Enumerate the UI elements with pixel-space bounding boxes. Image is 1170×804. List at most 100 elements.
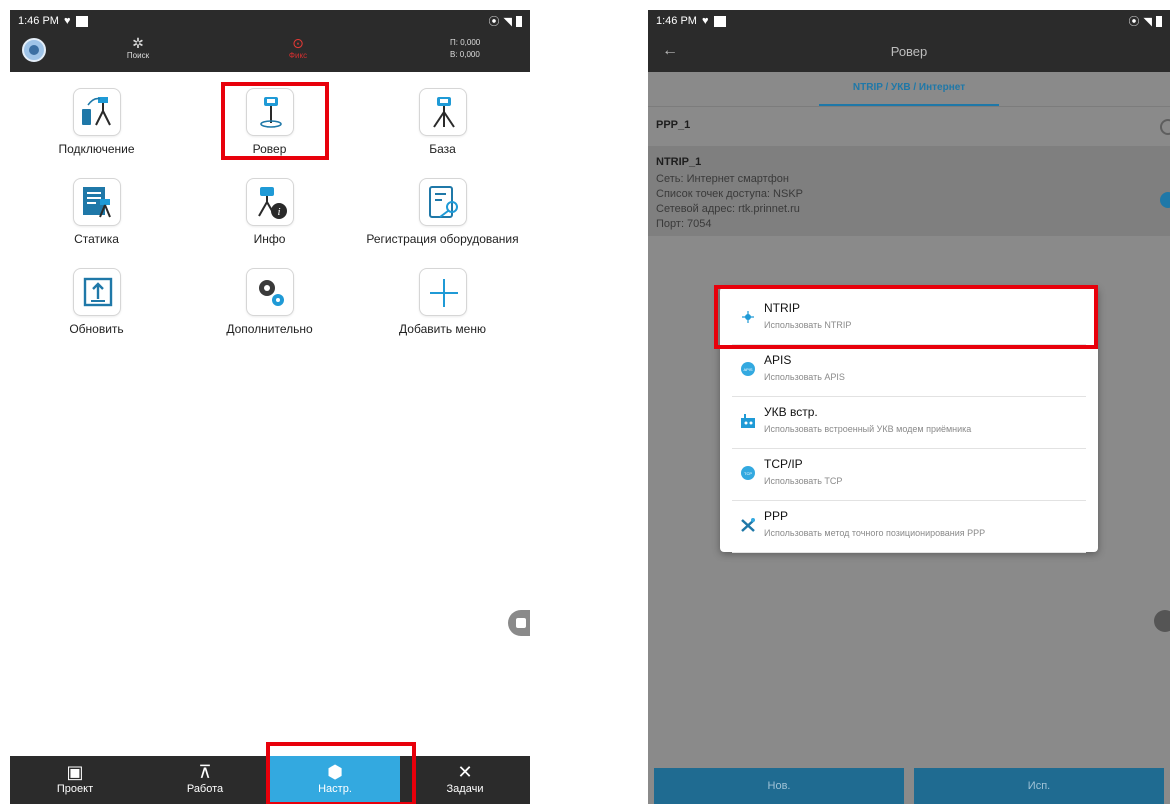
apis-icon: APIS	[741, 362, 755, 376]
highlight-rover	[221, 82, 329, 160]
option-subtitle: Использовать TCP	[764, 476, 843, 486]
wifi-icon: ◥	[1143, 15, 1152, 28]
svg-text:APIS: APIS	[743, 367, 752, 372]
svg-text:i: i	[277, 206, 280, 218]
menu-label: Обновить	[69, 322, 124, 336]
settings-screen: 1:46 PM ♥ ⦿ ◥ ✲ Поиск ⊙ Фикс П: 0,000 В:…	[10, 10, 530, 804]
profile-name: PPP_1	[656, 119, 691, 131]
menu-label: Добавить меню	[399, 322, 486, 336]
heart-icon: ♥	[701, 15, 709, 27]
top-toolbar: ✲ Поиск ⊙ Фикс П: 0,000 В: 0,000	[10, 32, 530, 72]
play-icon	[516, 618, 526, 628]
status-bar: 1:46 PM ♥ ⦿ ◥	[648, 10, 1170, 32]
menu-item-add-menu[interactable]: Добавить меню	[356, 268, 529, 336]
option-tcpip[interactable]: TCP TCP/IP Использовать TCP	[732, 449, 1086, 501]
location-icon: ⦿	[488, 16, 500, 28]
option-subtitle: Использовать APIS	[764, 372, 845, 382]
radio-modem-icon	[741, 414, 755, 428]
floating-handle[interactable]	[508, 610, 530, 636]
nav-survey[interactable]: ⊼ Работа	[140, 756, 270, 804]
tools-icon: ✕	[457, 762, 473, 782]
option-ppp[interactable]: PPP Использовать метод точного позициони…	[732, 501, 1086, 553]
menu-label: Дополнительно	[226, 322, 313, 336]
vertical-precision: В: 0,000	[450, 50, 480, 59]
ppp-icon	[741, 518, 755, 532]
satellite-icon: ✲	[132, 35, 144, 51]
option-title: APIS	[764, 353, 792, 367]
battery-icon	[516, 15, 522, 27]
wifi-icon: ◥	[503, 15, 512, 28]
profile-mountpoint: Список точек доступа: NSKP	[656, 188, 804, 200]
profile-row-ppp[interactable]: PPP_1	[648, 106, 1170, 146]
menu-label: Инфо	[253, 232, 286, 246]
profile-network: Сеть: Интернет смартфон	[656, 173, 789, 185]
highlight-ntrip	[714, 285, 1098, 349]
notification-icon	[713, 15, 726, 27]
rover-screen: 1:46 PM ♥ ⦿ ◥ ← Ровер NTRIP / УКВ / Инте…	[648, 10, 1170, 804]
survey-icon: ⊼	[198, 762, 212, 782]
app-bar: ← Ровер	[648, 32, 1170, 72]
connection-icon	[72, 88, 121, 136]
option-title: TCP/IP	[764, 457, 803, 471]
page-title: Ровер	[890, 44, 928, 59]
option-subtitle: Использовать метод точного позиционирова…	[764, 528, 986, 538]
search-label: Поиск	[126, 51, 150, 60]
menu-item-static[interactable]: Статика	[10, 178, 183, 246]
nav-label: Задачи	[446, 783, 484, 795]
status-time: 1:46 PM	[18, 15, 59, 27]
menu-item-registration[interactable]: Регистрация оборудования	[356, 178, 529, 246]
menu-item-update[interactable]: Обновить	[10, 268, 183, 336]
profile-name: NTRIP_1	[656, 156, 702, 168]
svg-text:TCP: TCP	[744, 471, 752, 476]
option-title: PPP	[764, 509, 789, 523]
option-title: УКВ встр.	[764, 405, 818, 419]
profile-port: Порт: 7054	[656, 218, 712, 230]
fix-status-label: Фикс	[288, 51, 308, 60]
radio-button[interactable]	[1160, 119, 1170, 135]
option-apis[interactable]: APIS APIS Использовать APIS	[732, 345, 1086, 397]
base-icon	[418, 88, 467, 136]
update-icon	[72, 268, 121, 316]
nav-label: Работа	[186, 783, 224, 795]
status-bar: 1:46 PM ♥ ⦿ ◥	[10, 10, 530, 32]
registration-icon	[418, 178, 467, 226]
highlight-settings	[266, 742, 416, 804]
profile-address: Сетевой адрес: rtk.prinnet.ru	[656, 203, 800, 215]
nav-label: Проект	[56, 783, 94, 795]
project-icon: ▣	[66, 762, 84, 782]
horizontal-precision: П: 0,000	[450, 38, 481, 47]
add-icon	[418, 268, 467, 316]
static-icon	[72, 178, 121, 226]
nav-tools[interactable]: ✕ Задачи	[400, 756, 530, 804]
location-icon: ⦿	[1128, 16, 1140, 28]
fix-status-button[interactable]: ⊙ Фикс	[278, 35, 318, 60]
menu-item-advanced[interactable]: Дополнительно	[183, 268, 356, 336]
status-time: 1:46 PM	[656, 15, 697, 27]
use-button[interactable]: Исп.	[914, 768, 1164, 804]
tab-ntrip-uhf-internet[interactable]: NTRIP / УКВ / Интернет	[819, 72, 999, 106]
target-icon: ⊙	[292, 35, 304, 51]
action-bar: Нов. Исп.	[648, 768, 1170, 804]
heart-icon: ♥	[63, 15, 71, 27]
advanced-icon	[245, 268, 294, 316]
cloud-icon[interactable]	[1154, 610, 1170, 632]
menu-item-info[interactable]: i Инфо	[183, 178, 356, 246]
menu-label: Подключение	[58, 142, 135, 156]
new-button[interactable]: Нов.	[654, 768, 904, 804]
precision-readout: П: 0,000 В: 0,000	[450, 37, 480, 61]
selected-check-icon[interactable]	[1160, 192, 1170, 208]
tcp-icon: TCP	[741, 466, 755, 480]
avatar[interactable]	[22, 38, 46, 62]
tab-bar: NTRIP / УКВ / Интернет	[648, 72, 1170, 106]
profile-row-ntrip[interactable]: NTRIP_1 Сеть: Интернет смартфон Список т…	[648, 146, 1170, 236]
notification-icon	[75, 15, 88, 27]
menu-item-connection[interactable]: Подключение	[10, 88, 183, 156]
menu-label: Регистрация оборудования	[366, 232, 519, 246]
menu-item-base[interactable]: База	[356, 88, 529, 156]
info-icon: i	[245, 178, 294, 226]
menu-label: База	[429, 142, 456, 156]
option-uhf-internal[interactable]: УКВ встр. Использовать встроенный УКВ мо…	[732, 397, 1086, 449]
battery-icon	[1156, 15, 1162, 27]
nav-project[interactable]: ▣ Проект	[10, 756, 140, 804]
search-device-button[interactable]: ✲ Поиск	[118, 35, 158, 60]
